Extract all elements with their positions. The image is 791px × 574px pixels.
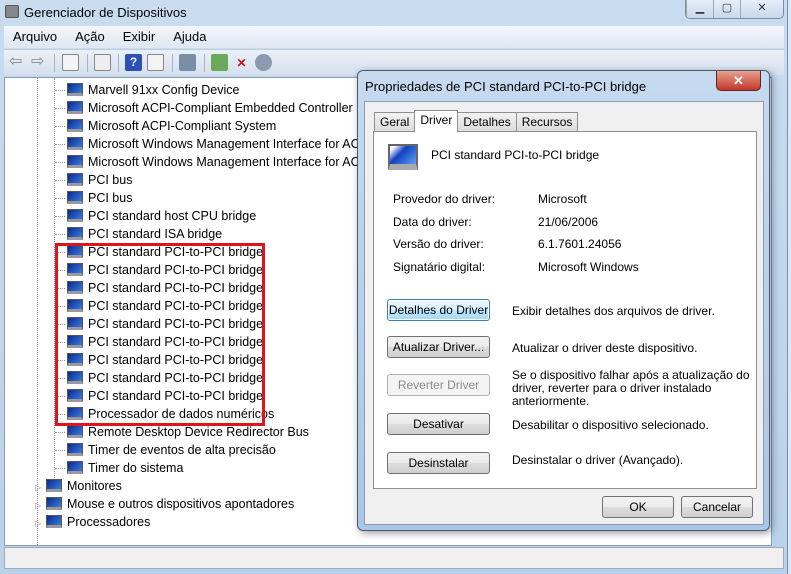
tree-item[interactable]: PCI bus <box>55 171 132 189</box>
maximize-button[interactable]: ▢ <box>713 0 740 18</box>
dialog-title: Propriedades de PCI standard PCI-to-PCI … <box>365 79 647 94</box>
menu-ajuda[interactable]: Ajuda <box>164 26 215 48</box>
uninstall-device-icon[interactable] <box>255 54 272 71</box>
tab-detalhes[interactable]: Detalhes <box>457 112 517 131</box>
tree-item-label: PCI bus <box>88 173 133 187</box>
field-label: Data do driver: <box>393 215 472 229</box>
tree-item-label: PCI bus <box>88 191 133 205</box>
menu-arquivo[interactable]: Arquivo <box>4 26 66 48</box>
field-label: Provedor do driver: <box>393 192 496 206</box>
tree-item-label: Remote Desktop Device Redirector Bus <box>88 425 309 439</box>
field-value: Microsoft <box>538 192 587 206</box>
device-icon <box>67 191 83 204</box>
forward-icon[interactable]: ⇨ <box>31 54 48 71</box>
tree-category[interactable]: ▷ Processadores <box>35 513 150 531</box>
device-icon <box>67 155 83 168</box>
device-icon <box>67 173 83 186</box>
category-icon <box>46 497 62 510</box>
tab-recursos[interactable]: Recursos <box>515 112 579 131</box>
window-title: Gerenciador de Dispositivos <box>24 5 187 20</box>
update-driver-button[interactable]: Atualizar Driver... <box>387 336 490 358</box>
device-icon <box>67 101 83 114</box>
device-icon <box>67 443 83 456</box>
properties-icon[interactable] <box>94 54 111 71</box>
tree-item[interactable]: Microsoft Windows Management Interface f… <box>55 153 371 171</box>
tree-item-label: Timer de eventos de alta precisão <box>88 443 276 457</box>
properties-dialog: Propriedades de PCI standard PCI-to-PCI … <box>357 70 770 531</box>
tree-item-label: Microsoft Windows Management Interface f… <box>88 155 372 169</box>
uninstall-desc: Desinstalar o driver (Avançado). <box>512 453 684 467</box>
tree-item[interactable]: PCI standard host CPU bridge <box>55 207 256 225</box>
driver-details-button[interactable]: Detalhes do Driver <box>387 299 490 321</box>
cancel-button[interactable]: Cancelar <box>681 496 753 518</box>
tree-category-label: Processadores <box>67 515 151 529</box>
category-icon <box>46 515 62 528</box>
disable-desc: Desabilitar o dispositivo selecionado. <box>512 418 709 432</box>
tree-item[interactable]: PCI standard ISA bridge <box>55 225 222 243</box>
device-name: PCI standard PCI-to-PCI bridge <box>431 148 600 162</box>
tree-item-label: PCI standard host CPU bridge <box>88 209 257 223</box>
uninstall-button[interactable]: Desinstalar <box>387 452 490 474</box>
tree-category[interactable]: ▷ Mouse e outros dispositivos apontadores <box>35 495 294 513</box>
tab-geral[interactable]: Geral <box>374 112 416 131</box>
rollback-driver-desc: Se o dispositivo falhar após a atualizaç… <box>512 368 750 408</box>
disable-button[interactable]: Desativar <box>387 413 490 435</box>
device-icon <box>67 461 83 474</box>
menu-acao[interactable]: Ação <box>66 26 114 48</box>
update-driver-icon[interactable] <box>211 54 228 71</box>
tree-item[interactable]: PCI bus <box>55 189 132 207</box>
device-icon <box>67 83 83 96</box>
action-pane-icon[interactable] <box>147 54 164 71</box>
tree-item[interactable]: Timer de eventos de alta precisão <box>55 441 276 459</box>
tree-item-label: Microsoft Windows Management Interface f… <box>88 137 372 151</box>
back-icon[interactable]: ⇦ <box>9 54 26 71</box>
tree-item-label: Microsoft ACPI-Compliant Embedded Contro… <box>88 101 353 115</box>
close-button[interactable]: ✕ <box>740 0 783 18</box>
tree-item[interactable]: Microsoft Windows Management Interface f… <box>55 135 371 153</box>
tree-item-label: Marvell 91xx Config Device <box>88 83 240 97</box>
highlight-box <box>55 243 265 426</box>
menu-bar: Arquivo Ação Exibir Ajuda <box>4 26 784 48</box>
device-manager-icon <box>5 5 19 18</box>
scan-hardware-icon[interactable] <box>179 54 196 71</box>
tree-item[interactable]: Marvell 91xx Config Device <box>55 81 239 99</box>
tree-item[interactable]: Timer do sistema <box>55 459 183 477</box>
device-icon <box>67 227 83 240</box>
field-value: 6.1.7601.24056 <box>538 237 622 251</box>
field-value: Microsoft Windows <box>538 260 639 274</box>
tab-driver[interactable]: Driver <box>414 110 459 132</box>
expand-icon[interactable]: ▷ <box>35 515 43 533</box>
tree-item-label: Microsoft ACPI-Compliant System <box>88 119 277 133</box>
tree-category[interactable]: ▷ Monitores <box>35 477 122 495</box>
update-driver-desc: Atualizar o driver deste dispositivo. <box>512 341 698 355</box>
show-hide-console-tree-icon[interactable] <box>62 54 79 71</box>
tree-item-label: PCI standard ISA bridge <box>88 227 223 241</box>
help-icon[interactable]: ? <box>125 54 142 71</box>
driver-panel: PCI standard PCI-to-PCI bridge Provedor … <box>373 131 757 489</box>
status-bar <box>4 547 784 569</box>
ok-button[interactable]: OK <box>602 496 674 518</box>
field-label: Signatário digital: <box>393 260 486 274</box>
tree-item[interactable]: Microsoft ACPI-Compliant System <box>55 117 276 135</box>
disable-device-icon[interactable]: ✕ <box>233 54 250 71</box>
device-icon <box>67 425 83 438</box>
field-value: 21/06/2006 <box>538 215 599 229</box>
tree-category-label: Mouse e outros dispositivos apontadores <box>67 497 295 511</box>
rollback-driver-button[interactable]: Reverter Driver <box>387 374 490 396</box>
field-label: Versão do driver: <box>393 237 484 251</box>
device-icon <box>388 144 418 170</box>
menu-exibir[interactable]: Exibir <box>114 26 165 48</box>
driver-details-desc: Exibir detalhes dos arquivos de driver. <box>512 304 715 318</box>
device-icon <box>67 137 83 150</box>
device-icon <box>67 119 83 132</box>
category-icon <box>46 479 62 492</box>
tree-item-label: Timer do sistema <box>88 461 184 475</box>
minimize-button[interactable]: ▁ <box>686 0 713 18</box>
tree-category-label: Monitores <box>67 479 122 493</box>
device-icon <box>67 209 83 222</box>
tree-item[interactable]: Microsoft ACPI-Compliant Embedded Contro… <box>55 99 353 117</box>
title-bar: Gerenciador de Dispositivos ▁ ▢ ✕ <box>0 0 788 26</box>
dialog-close-button[interactable]: ✕ <box>716 71 761 91</box>
